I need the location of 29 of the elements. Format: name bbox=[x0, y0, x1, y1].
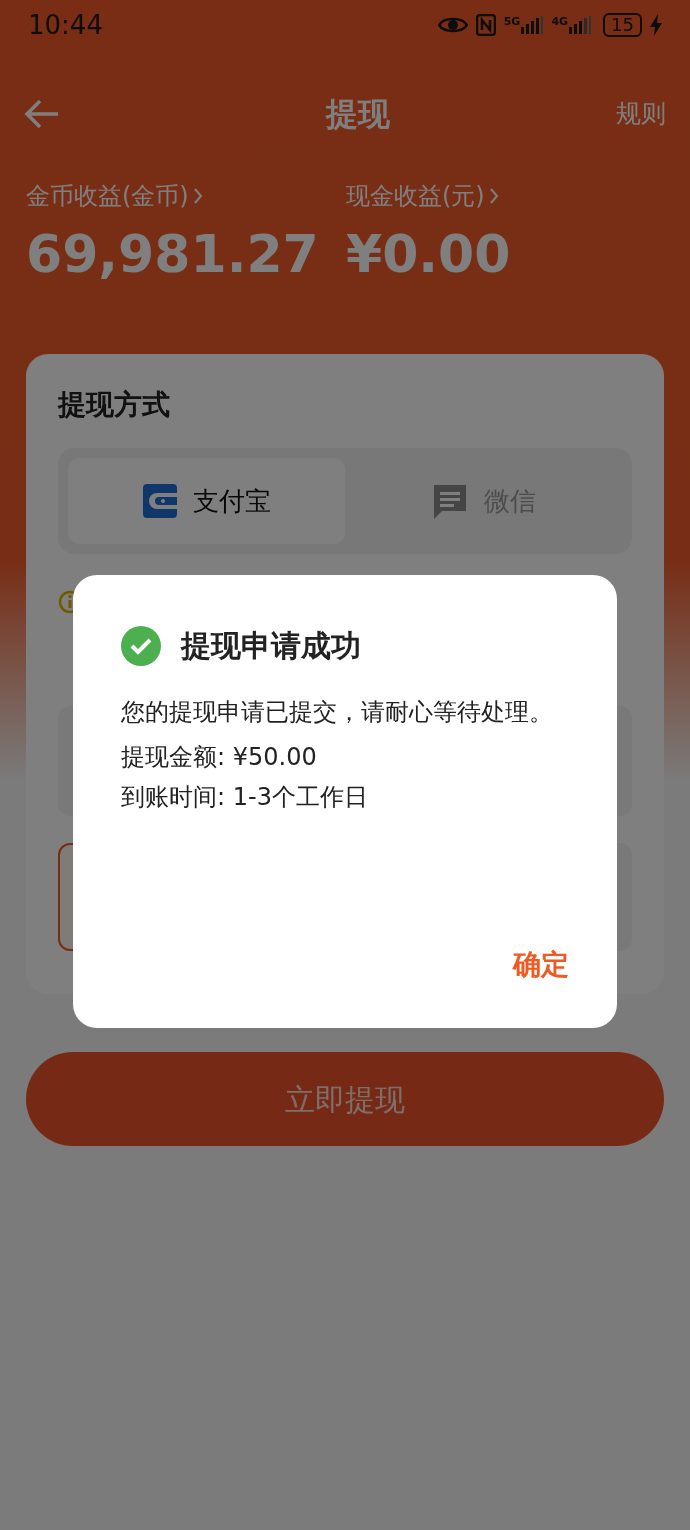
back-arrow-icon[interactable] bbox=[24, 98, 60, 130]
chevron-right-icon bbox=[192, 187, 203, 205]
signal-icon bbox=[569, 16, 592, 34]
balance-value: 69,981.27 bbox=[26, 223, 320, 286]
network-label: 5G bbox=[503, 16, 521, 27]
balance-label[interactable]: 金币收益(金币) bbox=[26, 178, 189, 214]
chat-icon bbox=[431, 483, 468, 519]
success-check-icon bbox=[121, 625, 161, 666]
dialog-detail: 到账时间: 1-3个工作日 bbox=[121, 782, 369, 813]
balance-value: ¥0.00 bbox=[346, 223, 511, 286]
dialog-title: 提现申请成功 bbox=[181, 627, 361, 665]
balance-label[interactable]: 现金收益(元) bbox=[346, 178, 485, 214]
wallet-icon bbox=[142, 484, 177, 518]
battery-indicator: 15 bbox=[603, 13, 642, 37]
status-time: 10:44 bbox=[28, 8, 103, 42]
dialog-message: 您的提现申请已提交，请耐心等待处理。 bbox=[121, 697, 554, 728]
rules-link[interactable]: 规则 bbox=[616, 95, 666, 133]
section-title: 提现方式 bbox=[58, 387, 171, 423]
chevron-right-icon bbox=[488, 187, 499, 205]
page-title: 提现 bbox=[326, 94, 390, 135]
network-label: 4G bbox=[551, 16, 569, 27]
payment-method-tab[interactable]: 支付宝 bbox=[68, 458, 345, 544]
nfc-icon bbox=[475, 14, 496, 36]
signal-icon bbox=[521, 16, 544, 34]
charging-icon bbox=[650, 14, 662, 36]
eye-icon bbox=[437, 15, 468, 35]
dialog-detail: 提现金额: ¥50.00 bbox=[121, 742, 318, 773]
withdraw-button[interactable]: 立即提现 bbox=[26, 1052, 664, 1146]
confirm-button[interactable]: 确定 bbox=[513, 944, 569, 986]
